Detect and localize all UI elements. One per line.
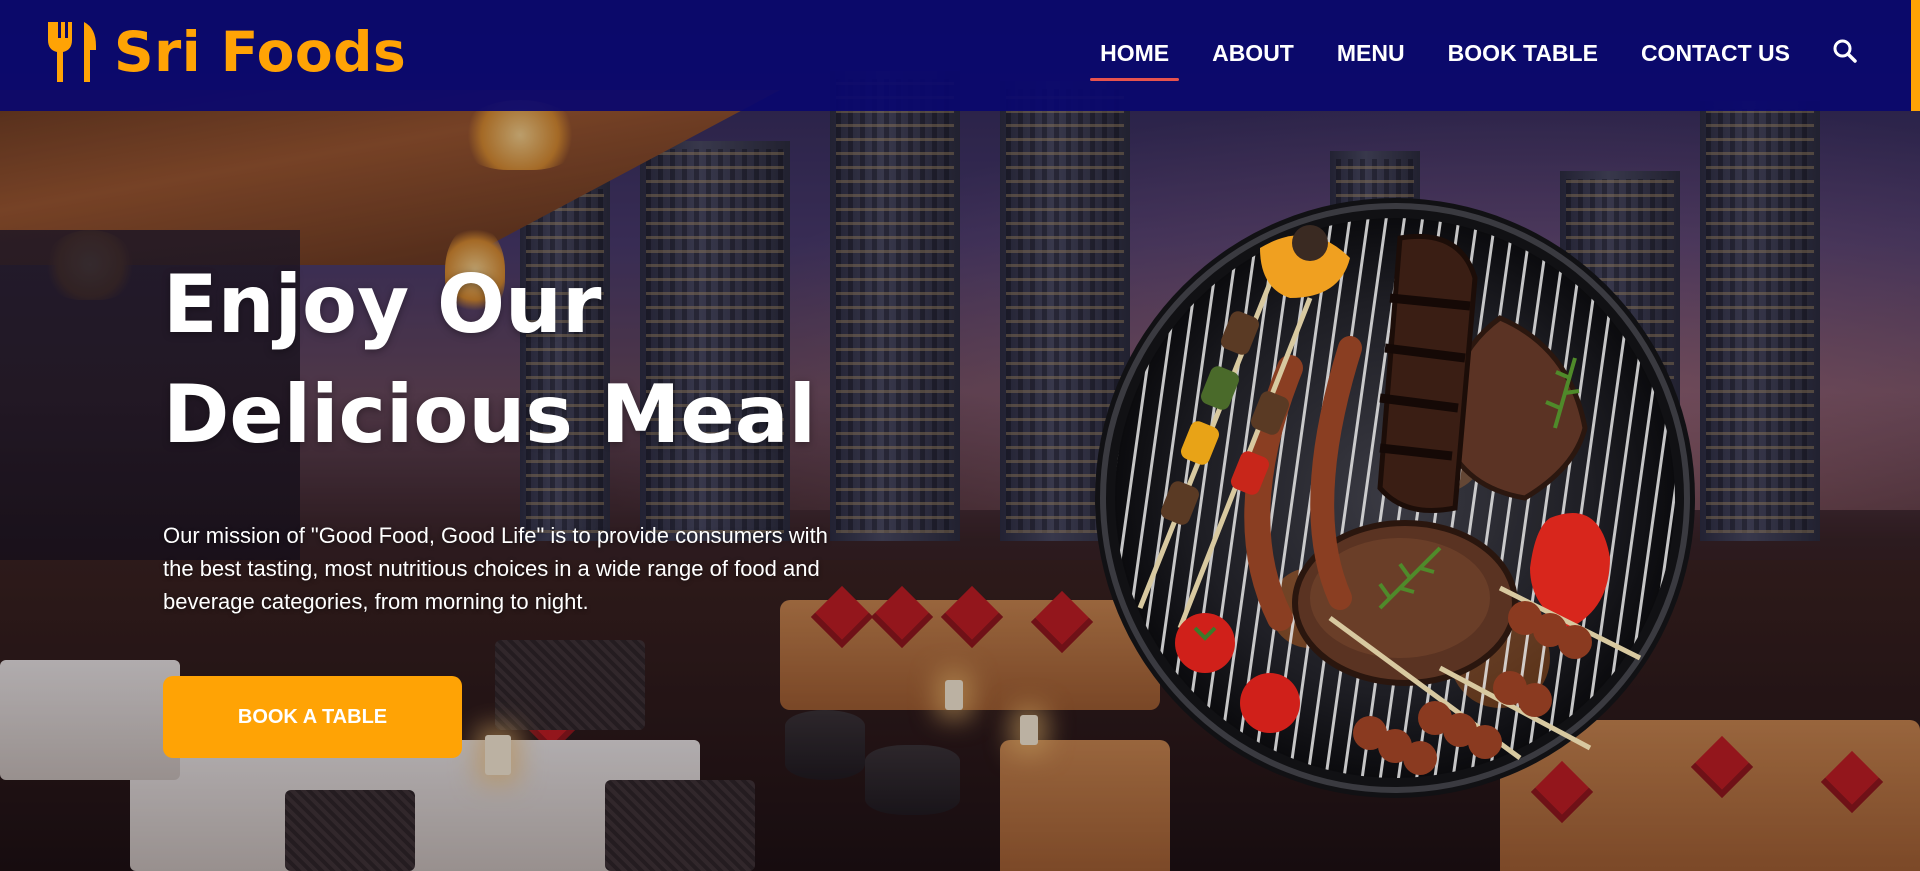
hero-title-line2: Delicious Meal (163, 368, 817, 461)
brand-name: Sri Foods (114, 20, 407, 84)
brand-logo[interactable]: Sri Foods (44, 20, 406, 84)
nav-contact-us[interactable]: CONTACT US (1641, 40, 1790, 67)
hero-description: Our mission of "Good Food, Good Life" is… (163, 523, 828, 614)
nav-home[interactable]: HOME (1090, 40, 1180, 81)
hero-title-line1: Enjoy Our (163, 258, 602, 351)
book-a-table-button[interactable]: BOOK A TABLE (163, 676, 462, 758)
search-icon[interactable] (1832, 38, 1858, 69)
nav-about[interactable]: ABOUT (1212, 40, 1294, 67)
nav-book-table[interactable]: BOOK TABLE (1448, 40, 1598, 67)
header-accent-strip (1911, 0, 1920, 111)
site-header: Sri Foods HOME ABOUT MENU BOOK TABLE CON… (0, 0, 1920, 111)
fork-knife-icon (44, 20, 100, 84)
barbecue-grill-image (1080, 188, 1710, 808)
hero-title: Enjoy Our Delicious Meal (163, 250, 883, 470)
nav-menu[interactable]: MENU (1337, 40, 1405, 67)
main-nav: HOME ABOUT MENU BOOK TABLE CONTACT US (1057, 38, 1858, 81)
